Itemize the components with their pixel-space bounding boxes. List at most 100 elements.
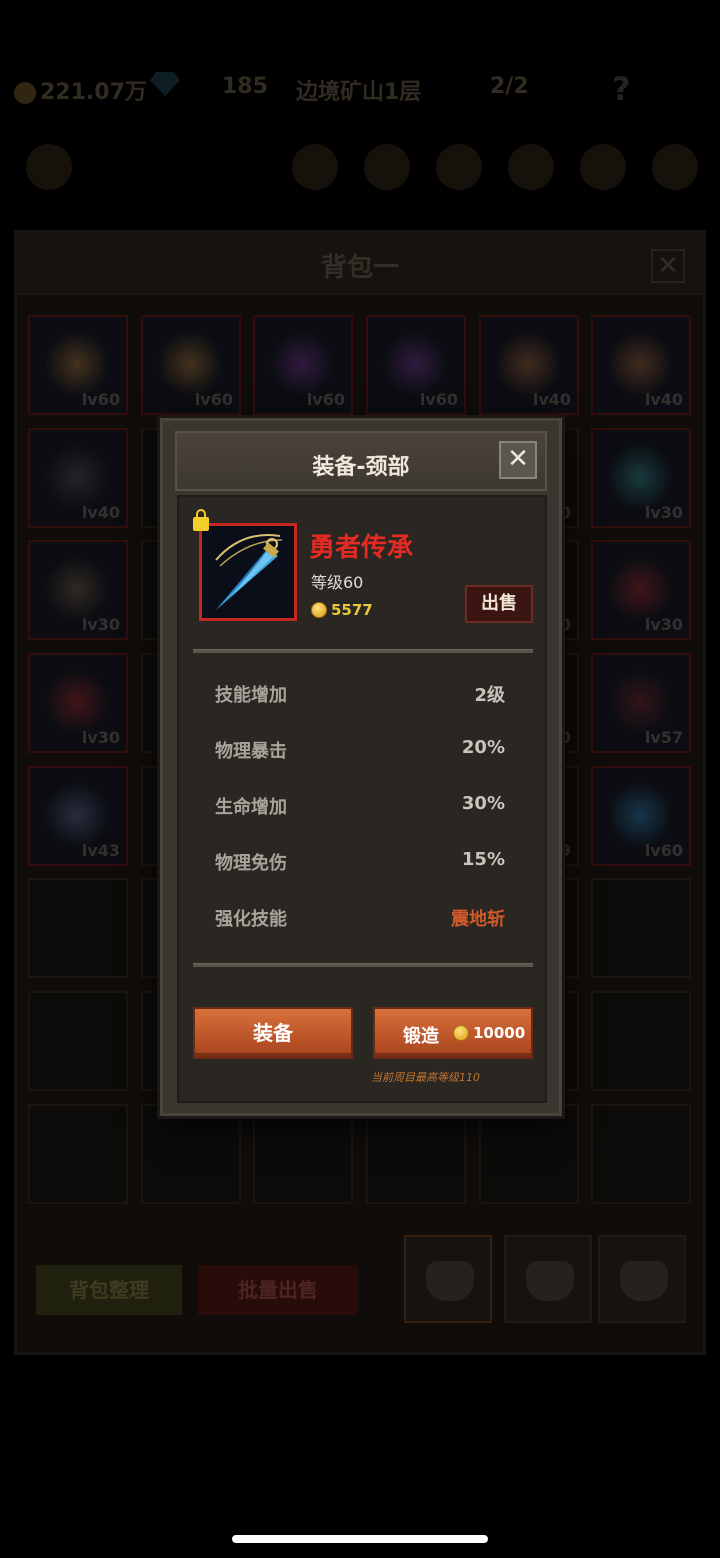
forge-cost: 10000 (453, 1024, 525, 1042)
amulet-item-slot[interactable]: lv30 (28, 653, 128, 753)
pouch-icon (620, 1261, 668, 1301)
equip-button[interactable]: 装备 (193, 1007, 353, 1059)
pendulum-icon (607, 782, 673, 848)
bow-item-slot[interactable]: lv60 (28, 315, 128, 415)
backpack-header: 背包一 ✕ (17, 233, 703, 295)
boots-item-slot[interactable]: lv30 (28, 540, 128, 640)
orb-item-slot[interactable]: lv60 (253, 315, 353, 415)
equip-slot-icon[interactable] (436, 144, 482, 190)
empty-slot[interactable] (591, 991, 691, 1091)
bulk-sell-button[interactable]: 批量出售 (198, 1265, 358, 1315)
help-icon[interactable]: ? (612, 70, 631, 108)
stat-value-skill: 震地斩 (451, 909, 505, 930)
empty-slot[interactable] (141, 1104, 241, 1204)
empty-slot[interactable] (479, 1104, 579, 1204)
equip-slot-icon[interactable] (652, 144, 698, 190)
lock-icon[interactable] (193, 509, 209, 531)
item-level-label: lv30 (644, 503, 683, 522)
stat-name: 技能增加 (215, 685, 287, 706)
trident-icon (607, 331, 673, 397)
equipment-strip (0, 130, 720, 210)
pendant-item-slot[interactable]: lv43 (28, 766, 128, 866)
stat-value: 30% (461, 793, 505, 814)
pendulum-icon (202, 526, 294, 618)
trident-item-slot[interactable]: lv40 (479, 315, 579, 415)
stat-row: 强化技能 震地斩 (215, 905, 505, 935)
orb-icon (269, 331, 335, 397)
empty-slot[interactable] (28, 991, 128, 1091)
energy-counter: 2/2 (490, 74, 529, 99)
dialog-title: 装备-颈部 (312, 455, 410, 480)
helmet-item-slot[interactable]: lv57 (591, 653, 691, 753)
divider (193, 963, 533, 967)
sort-backpack-button[interactable]: 背包整理 (36, 1265, 182, 1315)
empty-slot[interactable] (28, 1104, 128, 1204)
item-level-label: lv60 (644, 841, 683, 860)
backpack-close-button[interactable]: ✕ (651, 249, 685, 283)
empty-slot[interactable] (253, 1104, 353, 1204)
trident-item-slot[interactable]: lv40 (591, 315, 691, 415)
item-level: 等级60 (311, 573, 364, 592)
item-level-label: lv40 (532, 390, 571, 409)
item-level-label: lv30 (644, 615, 683, 634)
item-icon-frame (199, 523, 297, 621)
hero-avatar[interactable] (26, 144, 72, 190)
sell-button[interactable]: 出售 (465, 585, 533, 623)
item-level-label: lv60 (194, 390, 233, 409)
net-item-slot[interactable]: lv30 (591, 428, 691, 528)
divider (193, 649, 533, 653)
stat-name: 物理免伤 (215, 853, 287, 874)
trident-icon (495, 331, 561, 397)
item-level-label: lv43 (81, 841, 120, 860)
net-icon (607, 444, 673, 510)
amulet-item-slot[interactable]: lv30 (591, 540, 691, 640)
equip-slot-icon[interactable] (580, 144, 626, 190)
bow-icon (44, 331, 110, 397)
pendant-icon (44, 782, 110, 848)
item-level-label: lv30 (81, 615, 120, 634)
empty-slot[interactable] (591, 1104, 691, 1204)
home-indicator[interactable] (232, 1535, 488, 1543)
boots-icon (44, 556, 110, 622)
coin-icon (311, 602, 327, 618)
bow-item-slot[interactable]: lv60 (141, 315, 241, 415)
pouch-icon (526, 1261, 574, 1301)
item-level-label: lv60 (81, 390, 120, 409)
backpack-title: 背包一 (320, 253, 399, 283)
pendulum-item-slot[interactable]: lv60 (591, 766, 691, 866)
amulet-icon (44, 669, 110, 735)
stat-row: 生命增加 30% (215, 793, 505, 823)
coin-icon (453, 1025, 469, 1041)
forge-button[interactable]: 锻造 10000 (373, 1007, 533, 1059)
stat-value: 15% (461, 849, 505, 870)
crossbow-icon (44, 444, 110, 510)
item-level-label: lv60 (419, 390, 458, 409)
empty-slot[interactable] (366, 1104, 466, 1204)
empty-slot[interactable] (591, 878, 691, 978)
item-level-label: lv60 (306, 390, 345, 409)
stat-name: 生命增加 (215, 797, 287, 818)
empty-slot[interactable] (28, 878, 128, 978)
bow-icon (157, 331, 223, 397)
orb-icon (382, 331, 448, 397)
item-price: 5577 (311, 601, 373, 619)
crossbow-item-slot[interactable]: lv40 (28, 428, 128, 528)
stat-name: 物理暴击 (215, 741, 287, 762)
gold-coin-icon (14, 82, 36, 104)
equip-slot-icon[interactable] (508, 144, 554, 190)
backpack-tab-1[interactable] (404, 1235, 492, 1323)
item-name: 勇者传承 (309, 533, 414, 563)
equip-slot-icon[interactable] (292, 144, 338, 190)
stat-value: 20% (461, 737, 505, 758)
item-level-label: lv30 (81, 728, 120, 747)
dialog-close-button[interactable]: ✕ (499, 441, 537, 479)
helmet-icon (607, 669, 673, 735)
equip-slot-icon[interactable] (364, 144, 410, 190)
stat-row: 物理暴击 20% (215, 737, 505, 767)
pouch-icon (426, 1261, 474, 1301)
orb-item-slot[interactable]: lv60 (366, 315, 466, 415)
item-level-label: lv57 (644, 728, 683, 747)
backpack-tab-3[interactable] (598, 1235, 686, 1323)
backpack-tab-2[interactable] (504, 1235, 592, 1323)
amulet-icon (607, 556, 673, 622)
